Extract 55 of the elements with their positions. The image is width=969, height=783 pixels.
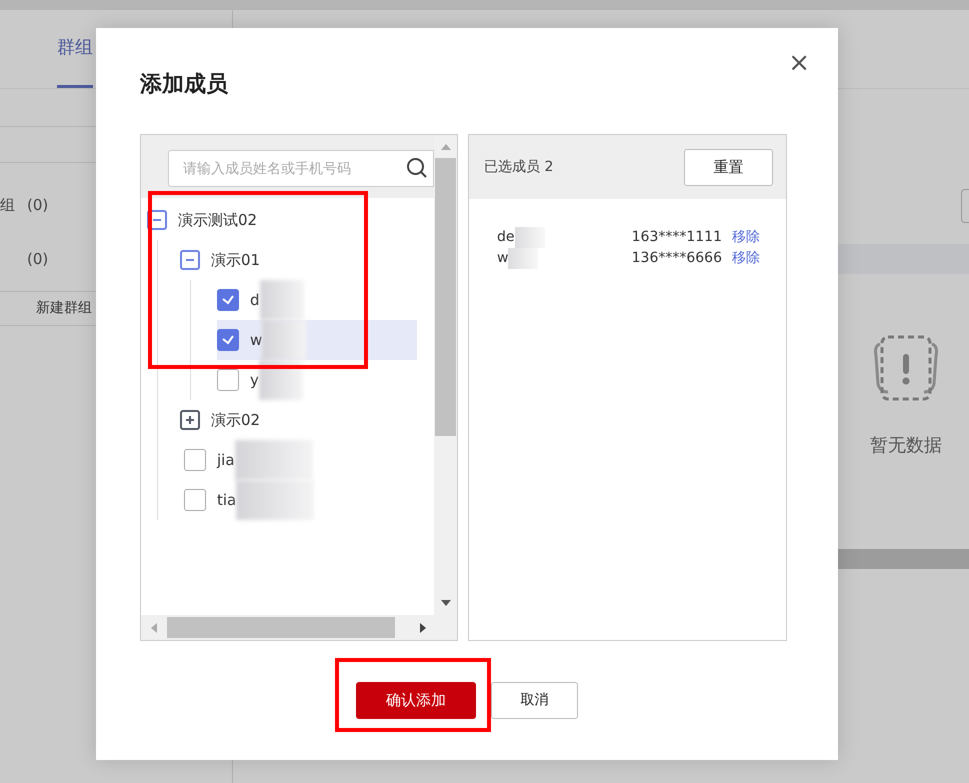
member-name: tia (217, 490, 236, 511)
member-name: d (250, 290, 260, 311)
redaction-blur (508, 248, 538, 269)
reset-button[interactable]: 重置 (684, 148, 773, 186)
member-name: y (250, 370, 259, 391)
cancel-button[interactable]: 取消 (491, 682, 578, 719)
new-group-button[interactable]: 新建群组 (36, 298, 92, 319)
scroll-down-icon[interactable] (440, 599, 450, 607)
tab[interactable]: 群组 (57, 9, 93, 88)
scroll-right-icon[interactable] (419, 622, 427, 632)
member-phone: 136****6666 (630, 249, 722, 268)
search-icon[interactable] (406, 157, 428, 179)
scroll-up-icon[interactable] (440, 143, 450, 151)
tree-group-label[interactable]: 演示测试02 (178, 208, 258, 232)
horizontal-scrollbar[interactable] (141, 615, 457, 640)
member-name: w (250, 330, 262, 351)
member-phone: 163****1111 (630, 228, 722, 247)
close-button[interactable]: × (788, 50, 810, 76)
remove-link[interactable]: 移除 (732, 227, 760, 248)
redaction-blur (258, 360, 303, 400)
checkbox[interactable] (217, 369, 239, 391)
collapse-icon[interactable] (180, 250, 200, 270)
member-name: jia (217, 450, 235, 471)
vertical-scrollbar[interactable] (434, 135, 457, 615)
check-icon (221, 294, 235, 306)
selected-count: 已选成员 2 (484, 158, 554, 176)
tree-member-row[interactable]: tia (184, 480, 384, 520)
checkbox[interactable] (217, 329, 239, 351)
tree-member-row[interactable]: y (217, 360, 417, 400)
tree-member-row[interactable]: jia (184, 440, 384, 480)
dialog-title: 添加成员 (140, 71, 228, 99)
confirm-button[interactable]: 确认添加 (356, 682, 476, 719)
member-name: w (497, 249, 508, 268)
tree-member-row[interactable]: d (217, 280, 417, 320)
group-name[interactable]: 组 (0, 196, 15, 214)
field[interactable] (961, 189, 969, 223)
group-count: (0) (27, 194, 48, 216)
empty-text: 暂无数据 (870, 434, 942, 458)
member-name: de (497, 228, 514, 247)
scroll-left-icon[interactable] (150, 622, 158, 632)
group-count: (0) (27, 248, 48, 270)
expand-icon[interactable] (180, 410, 200, 430)
tree-group-label[interactable]: 演示01 (211, 248, 260, 272)
tree-group-label[interactable]: 演示02 (211, 408, 260, 432)
search-field[interactable]: 请输入成员姓名或手机号码 (168, 150, 434, 187)
checkbox[interactable] (217, 289, 239, 311)
checkbox[interactable] (184, 489, 206, 511)
checkbox[interactable] (184, 449, 206, 471)
tree-member-row[interactable]: w (217, 320, 417, 360)
remove-link[interactable]: 移除 (732, 248, 760, 269)
redaction-blur (514, 227, 544, 248)
check-icon (221, 334, 235, 346)
redaction-blur (260, 280, 304, 320)
collapse-icon[interactable] (147, 210, 167, 230)
redaction-blur (262, 320, 306, 360)
